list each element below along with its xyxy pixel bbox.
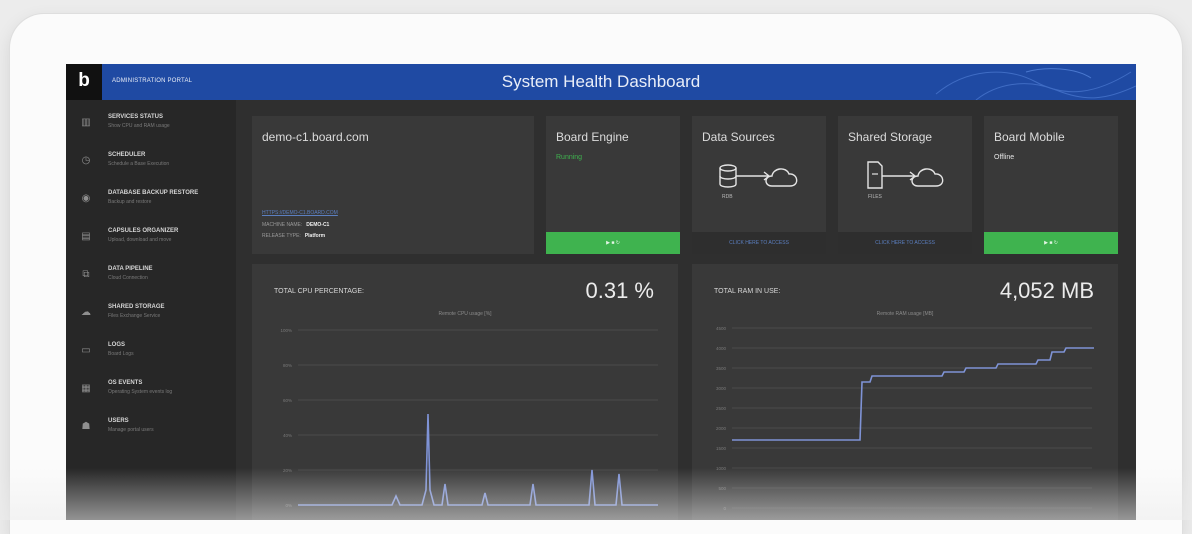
sidebar-item-users[interactable]: ☗ USERS Manage portal users (66, 414, 236, 448)
card-title: Data Sources (702, 130, 775, 144)
y-tick: 80% (283, 363, 292, 368)
card-title: Shared Storage (848, 130, 933, 144)
y-tick: 4500 (716, 326, 727, 331)
sidebar-item-scheduler[interactable]: ◷ SCHEDULER Schedule a Base Execution (66, 148, 236, 182)
ram-series-line (732, 347, 1094, 441)
board-mobile-card: Board Mobile Offline ▶ ■ ↻ (984, 116, 1118, 254)
cloud-icon: ☁ (81, 307, 91, 318)
mobile-controls[interactable]: ▶ ■ ↻ (984, 232, 1118, 254)
rdb-label: RDB (722, 194, 733, 200)
y-tick: 3000 (716, 386, 727, 391)
sidebar-item-label: SERVICES STATUS (108, 114, 164, 120)
database-icon: ◉ (81, 193, 91, 204)
sidebar: ▥ SERVICES STATUS Show CPU and RAM usage… (66, 100, 236, 520)
machine-host: demo-c1.board.com (262, 130, 369, 144)
top-bar: b ADMINISTRATION PORTAL System Health Da… (66, 64, 1136, 100)
sidebar-item-logs[interactable]: ▭ LOGS Board Logs (66, 338, 236, 372)
data-sources-access-link[interactable]: CLICK HERE TO ACCESS (692, 232, 826, 254)
y-tick: 1500 (716, 446, 727, 451)
status-badge: Running (556, 154, 583, 161)
engine-controls[interactable]: ▶ ■ ↻ (546, 232, 680, 254)
y-tick: 100% (280, 328, 292, 333)
folder-icon: ▤ (81, 231, 91, 242)
bottom-fade (0, 468, 1192, 520)
calendar-icon: ▦ (81, 383, 91, 394)
data-sources-card: Data Sources RDB CLICK HERE TO ACCESS (692, 116, 826, 254)
y-tick: 2000 (716, 426, 727, 431)
status-badge: Offline (994, 154, 1015, 161)
y-tick: 3500 (716, 366, 727, 371)
card-title: Board Engine (556, 130, 629, 144)
machine-name-row: MACHINE NAME: DEMO-C1 (262, 222, 330, 228)
sidebar-item-database-backup[interactable]: ◉ DATABASE BACKUP RESTORE Backup and res… (66, 186, 236, 220)
sidebar-item-sublabel: Files Exchange Service (108, 313, 161, 319)
sidebar-item-os-events[interactable]: ▦ OS EVENTS Operating System events log (66, 376, 236, 410)
file-icon: ▭ (81, 345, 91, 356)
machine-card: demo-c1.board.com HTTPS://DEMO-C1.BOARD.… (252, 116, 534, 254)
sidebar-item-label: OS EVENTS (108, 380, 143, 386)
sidebar-item-sublabel: Backup and restore (108, 199, 152, 205)
card-title: Board Mobile (994, 130, 1065, 144)
y-tick: 4000 (716, 346, 727, 351)
y-tick: 2500 (716, 406, 727, 411)
sidebar-item-sublabel: Operating System events log (108, 389, 173, 395)
y-tick: 40% (283, 433, 292, 438)
users-icon: ☗ (81, 421, 91, 432)
sidebar-item-label: CAPSULES ORGANIZER (108, 228, 179, 234)
sidebar-item-capsules-organizer[interactable]: ▤ CAPSULES ORGANIZER Upload, download an… (66, 224, 236, 258)
shared-storage-access-link[interactable]: CLICK HERE TO ACCESS (838, 232, 972, 254)
board-engine-card: Board Engine Running ▶ ■ ↻ (546, 116, 680, 254)
world-map-decoration (935, 68, 1136, 100)
machine-link[interactable]: HTTPS://DEMO-C1.BOARD.COM (262, 210, 338, 216)
sidebar-item-label: SHARED STORAGE (108, 304, 165, 310)
sidebar-item-label: LOGS (108, 342, 126, 348)
sidebar-item-sublabel: Board Logs (108, 351, 134, 357)
bar-chart-icon: ▥ (81, 117, 91, 128)
sidebar-item-label: USERS (108, 418, 129, 424)
sidebar-item-sublabel: Upload, download and move (108, 237, 172, 243)
sidebar-item-label: DATA PIPELINE (108, 266, 153, 272)
sidebar-item-label: SCHEDULER (108, 152, 146, 158)
shared-storage-card: Shared Storage FILES CLICK HERE TO ACCES… (838, 116, 972, 254)
y-tick: 60% (283, 398, 292, 403)
pipeline-icon: ⧉ (82, 269, 90, 280)
dashboard-screen: b ADMINISTRATION PORTAL System Health Da… (66, 64, 1136, 520)
sidebar-item-sublabel: Manage portal users (108, 427, 154, 433)
sidebar-item-services-status[interactable]: ▥ SERVICES STATUS Show CPU and RAM usage (66, 110, 236, 144)
sidebar-item-sublabel: Show CPU and RAM usage (108, 123, 170, 129)
sidebar-item-sublabel: Cloud Connection (108, 275, 148, 281)
files-label: FILES (868, 194, 882, 200)
sidebar-item-data-pipeline[interactable]: ⧉ DATA PIPELINE Cloud Connection (66, 262, 236, 296)
release-type-row: RELEASE TYPE: Platform (262, 233, 326, 239)
sidebar-item-sublabel: Schedule a Base Execution (108, 161, 170, 167)
clock-icon: ◷ (81, 155, 91, 166)
sidebar-item-label: DATABASE BACKUP RESTORE (108, 190, 199, 196)
sidebar-item-shared-storage[interactable]: ☁ SHARED STORAGE Files Exchange Service (66, 300, 236, 334)
